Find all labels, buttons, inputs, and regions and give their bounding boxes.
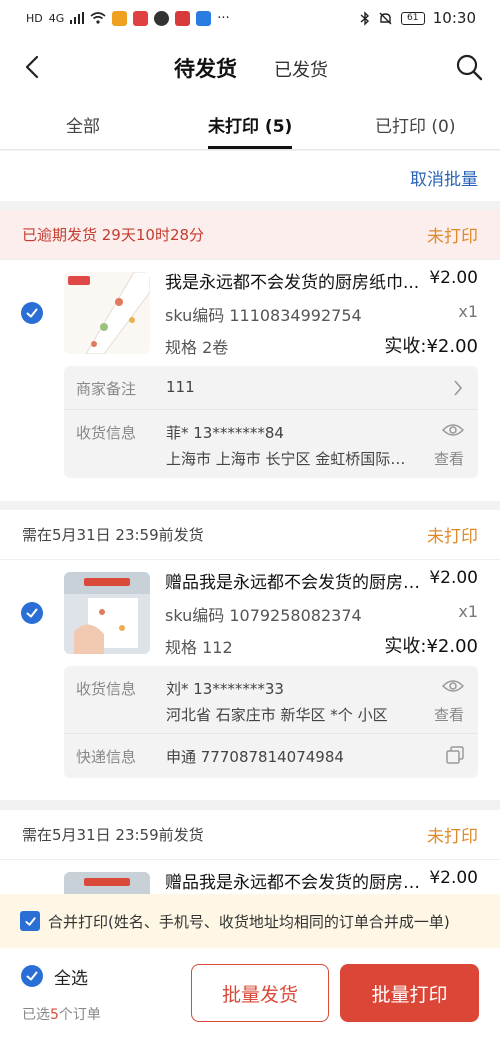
chevron-right-icon — [454, 380, 463, 396]
bottom-action-bar: 全选 已选5个订单 批量发货 批量打印 — [0, 948, 500, 1039]
app-notification-icon — [154, 10, 170, 26]
status-bar: HD 4G ··· 61 10:30 — [0, 0, 500, 36]
batch-print-button[interactable]: 批量打印 — [340, 964, 479, 1022]
receiver-name-phone: 刘* 13*******33 — [166, 680, 284, 698]
app-notification-icon — [112, 10, 128, 26]
receiver-address: 上海市 上海市 长宁区 金虹桥国际中心 — [166, 450, 406, 468]
product-title: 赠品我是永远都不会发货的厨房纸巾 — [165, 873, 423, 893]
product-sku: sku编码 1079258082374 — [165, 606, 362, 625]
view-label[interactable]: 查看 — [434, 704, 464, 725]
view-label[interactable]: 查看 — [434, 448, 464, 469]
select-all-checkbox[interactable] — [21, 965, 43, 987]
received-amount: 实收:¥2.00 — [384, 336, 478, 357]
ship-deadline: 需在5月31日 23:59前发货 — [22, 526, 204, 544]
app-notification-icon — [175, 10, 191, 26]
product-price: ¥2.00 — [429, 268, 478, 288]
status-right: 61 10:30 — [360, 9, 476, 27]
order-card: 需在5月31日 23:59前发货 未打印 赠品我是永远都不会发货的厨房纸巾 ¥2… — [0, 510, 500, 800]
product-thumbnail — [64, 872, 150, 894]
product-thumbnail — [64, 572, 150, 654]
selected-count: 已选5个订单 — [22, 1004, 101, 1024]
product-spec: 规格 112 — [165, 638, 233, 657]
mute-bell-icon — [379, 12, 392, 24]
receiver-info-row[interactable]: 收货信息 刘* 13*******33 河北省 石家庄市 新华区 *个 小区 查… — [64, 666, 478, 734]
receiver-info-label: 收货信息 — [76, 424, 137, 442]
tab-printed[interactable]: 已打印 (0) — [375, 112, 455, 137]
select-all-label[interactable]: 全选 — [54, 964, 88, 989]
product-sku: sku编码 1110834992754 — [165, 306, 362, 325]
ship-deadline: 已逾期发货 29天10时28分 — [22, 226, 205, 244]
order-header: 需在5月31日 23:59前发货 未打印 — [0, 810, 500, 860]
print-status: 未打印 — [427, 527, 478, 547]
nav-tab-pending-ship[interactable]: 待发货 — [174, 53, 237, 83]
status-left: HD 4G ··· — [26, 10, 230, 26]
nav-bar: 待发货 已发货 — [0, 36, 500, 98]
product-title: 我是永远都不会发货的厨房纸巾... — [165, 273, 420, 293]
product-quantity: x1 — [458, 602, 478, 621]
nav-tab-shipped[interactable]: 已发货 — [274, 56, 328, 82]
clock: 10:30 — [432, 9, 476, 27]
order-card: 需在5月31日 23:59前发货 未打印 赠品我是永远都不会发货的厨房纸巾 ¥2… — [0, 810, 500, 894]
eye-icon[interactable] — [442, 422, 464, 438]
active-tab-indicator — [208, 146, 292, 149]
merge-print-checkbox[interactable] — [20, 911, 40, 931]
merchant-note-label: 商家备注 — [76, 380, 137, 398]
product-title: 赠品我是永远都不会发货的厨房纸巾 — [165, 573, 423, 593]
express-info-label: 快递信息 — [76, 748, 137, 766]
tab-all[interactable]: 全部 — [66, 112, 100, 137]
tab-unprinted[interactable]: 未打印 (5) — [208, 112, 292, 137]
merge-print-label: 合并打印(姓名、手机号、收货地址均相同的订单合并成一单) — [48, 912, 450, 931]
eye-icon[interactable] — [442, 678, 464, 694]
receiver-info-label: 收货信息 — [76, 680, 137, 698]
merchant-note-value: 111 — [166, 378, 195, 396]
received-amount: 实收:¥2.00 — [384, 636, 478, 657]
app-notification-icon — [133, 10, 149, 26]
order-card: 已逾期发货 29天10时28分 未打印 我是永远都不会发货的厨房纸巾... ¥2… — [0, 210, 500, 501]
print-status: 未打印 — [427, 827, 478, 847]
express-info-row[interactable]: 快递信息 申通 777087814074984 — [64, 734, 478, 778]
product-price: ¥2.00 — [429, 868, 478, 888]
back-arrow-icon[interactable] — [18, 52, 48, 82]
order-info-box: 收货信息 刘* 13*******33 河北省 石家庄市 新华区 *个 小区 查… — [64, 666, 478, 778]
network-label: 4G — [48, 11, 65, 25]
product-thumbnail — [64, 272, 150, 354]
merge-print-option[interactable]: 合并打印(姓名、手机号、收货地址均相同的订单合并成一单) — [0, 894, 500, 948]
order-checkbox[interactable] — [21, 302, 43, 324]
product-spec: 规格 2卷 — [165, 338, 229, 357]
print-status: 未打印 — [427, 227, 478, 247]
selected-suffix: 个订单 — [58, 1007, 101, 1023]
order-header: 已逾期发货 29天10时28分 未打印 — [0, 210, 500, 260]
print-status-tabs: 全部 未打印 (5) 已打印 (0) — [0, 98, 500, 150]
order-item[interactable]: 赠品我是永远都不会发货的厨房纸巾 ¥2.00 sku编码 10792580823… — [0, 560, 500, 666]
search-icon[interactable] — [454, 52, 484, 82]
selected-prefix: 已选 — [22, 1007, 50, 1023]
receiver-address: 河北省 石家庄市 新华区 *个 小区 — [166, 706, 388, 724]
copy-icon[interactable] — [446, 746, 464, 764]
more-notifications-icon: ··· — [217, 10, 230, 26]
merchant-note-row[interactable]: 商家备注 111 — [64, 366, 478, 410]
order-item[interactable]: 赠品我是永远都不会发货的厨房纸巾 ¥2.00 — [0, 860, 500, 894]
product-quantity: x1 — [458, 302, 478, 321]
product-price: ¥2.00 — [429, 568, 478, 588]
battery-icon: 61 — [400, 11, 425, 25]
app-notification-icon — [196, 10, 212, 26]
cancel-batch-link[interactable]: 取消批量 — [410, 165, 478, 190]
order-header: 需在5月31日 23:59前发货 未打印 — [0, 510, 500, 560]
order-info-box: 商家备注 111 收货信息 菲* 13*******84 上海市 上海市 长宁区… — [64, 366, 478, 478]
ship-deadline: 需在5月31日 23:59前发货 — [22, 826, 204, 844]
express-tracking-number: 申通 777087814074984 — [166, 748, 344, 766]
order-checkbox[interactable] — [21, 602, 43, 624]
batch-bar: 取消批量 — [0, 151, 500, 201]
receiver-info-row[interactable]: 收货信息 菲* 13*******84 上海市 上海市 长宁区 金虹桥国际中心 … — [64, 410, 478, 478]
bluetooth-icon — [360, 10, 369, 26]
receiver-name-phone: 菲* 13*******84 — [166, 424, 284, 442]
signal-icon — [70, 12, 85, 24]
batch-ship-button[interactable]: 批量发货 — [191, 964, 329, 1022]
order-item[interactable]: 我是永远都不会发货的厨房纸巾... ¥2.00 sku编码 1110834992… — [0, 260, 500, 366]
hd-label: HD — [26, 11, 43, 25]
selected-number: 5 — [50, 1007, 59, 1023]
wifi-icon — [90, 12, 106, 24]
